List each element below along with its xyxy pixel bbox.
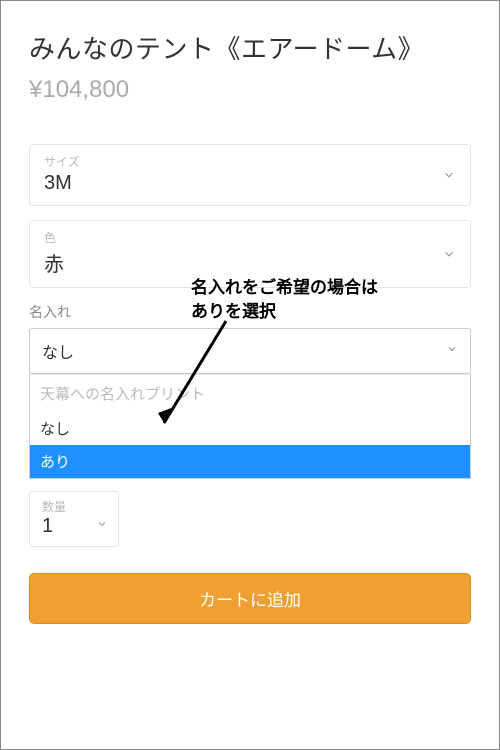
chevron-down-icon [446,343,458,355]
color-label: 色 [44,229,456,246]
size-value: 3M [44,172,456,195]
chevron-down-icon [96,518,108,530]
naming-dropdown-header: 天幕への名入れプリント [30,375,470,412]
product-title: みんなのテント《エアードーム》 [29,29,471,66]
naming-dropdown: 天幕への名入れプリント なし あり [29,374,471,479]
chevron-down-icon [442,168,456,182]
naming-select[interactable]: なし [29,328,471,374]
naming-selected-value: なし [42,345,74,362]
product-price: ¥104,800 [29,76,471,104]
add-to-cart-button[interactable]: カートに追加 [29,573,471,624]
naming-option-none[interactable]: なし [30,412,470,445]
size-label: サイズ [44,153,456,170]
quantity-select[interactable]: 数量 1 [29,491,119,547]
size-select[interactable]: サイズ 3M [29,144,471,206]
naming-option-yes[interactable]: あり [30,445,470,478]
color-value: 赤 [44,248,456,277]
annotation-text: 名入れをご希望の場合は ありを選択 [191,276,431,324]
quantity-label: 数量 [42,498,106,515]
chevron-down-icon [442,247,456,261]
